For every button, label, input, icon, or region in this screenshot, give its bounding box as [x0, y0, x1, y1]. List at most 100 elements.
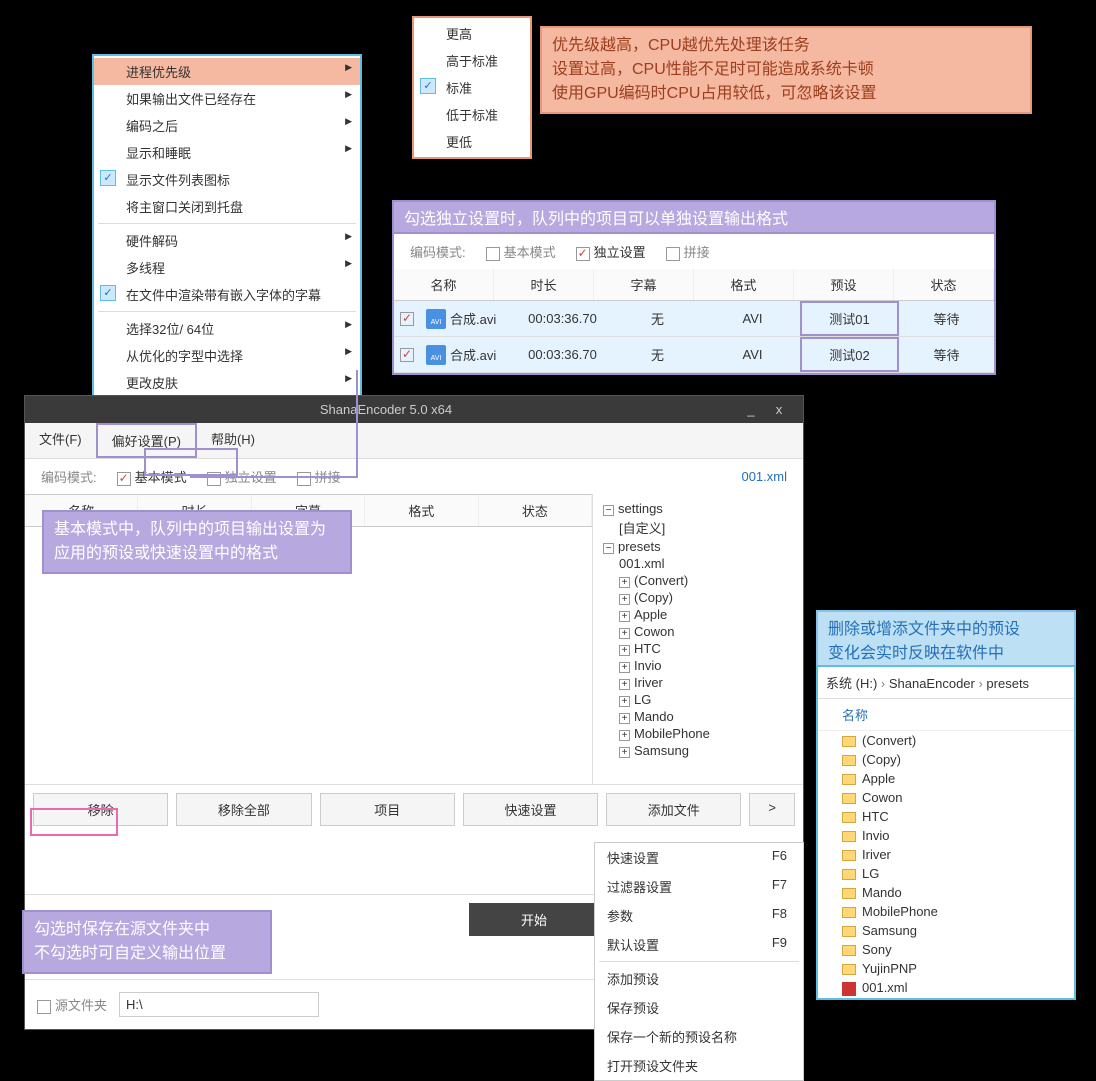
- menubar-item[interactable]: 偏好设置(P): [96, 423, 197, 458]
- menu-item[interactable]: 过滤器设置F7: [595, 872, 803, 901]
- explorer-panel[interactable]: 系统 (H:)ShanaEncoderpresets 名称 (Convert)(…: [816, 665, 1076, 1000]
- toolbar-button[interactable]: 移除: [33, 793, 168, 826]
- menu-item[interactable]: 打开预设文件夹: [595, 1051, 803, 1080]
- tree-item[interactable]: +Samsung: [599, 742, 797, 759]
- breadcrumb-item[interactable]: presets: [986, 676, 1029, 691]
- tree-item[interactable]: +Invio: [599, 657, 797, 674]
- mode-independent[interactable]: 独立设置: [576, 242, 646, 261]
- folder-item[interactable]: MobilePhone: [818, 902, 1074, 921]
- priority-item[interactable]: 低于标准: [414, 101, 530, 128]
- menu-item[interactable]: 选择32位/ 64位: [94, 315, 360, 342]
- menubar-item[interactable]: 帮助(H): [197, 423, 269, 458]
- toolbar-button[interactable]: 移除全部: [176, 793, 311, 826]
- menu-item[interactable]: 保存预设: [595, 993, 803, 1022]
- menubar[interactable]: 文件(F)偏好设置(P)帮助(H): [25, 423, 803, 459]
- folder-item[interactable]: Iriver: [818, 845, 1074, 864]
- priority-item[interactable]: 高于标准: [414, 47, 530, 74]
- queue-panel: 编码模式: 基本模式 独立设置 拼接 名称时长字幕格式预设状态 AVI合成.av…: [392, 232, 996, 375]
- window-controls[interactable]: _x: [737, 402, 793, 417]
- toolbar-button[interactable]: 快速设置: [463, 793, 598, 826]
- menu-item[interactable]: 将主窗口关闭到托盘: [94, 193, 360, 220]
- folder-icon: [842, 831, 856, 842]
- menu-item[interactable]: 编码之后: [94, 112, 360, 139]
- priority-item[interactable]: 更高: [414, 20, 530, 47]
- tree-item[interactable]: −settings: [599, 500, 797, 517]
- menu-item[interactable]: 从优化的字型中选择: [94, 342, 360, 369]
- tree-item[interactable]: +HTC: [599, 640, 797, 657]
- folder-icon: [842, 907, 856, 918]
- priority-item[interactable]: 更低: [414, 128, 530, 155]
- menu-item[interactable]: 如果输出文件已经存在: [94, 85, 360, 112]
- tree-item[interactable]: [自定义]: [599, 517, 797, 538]
- folder-icon: [842, 774, 856, 785]
- menu-item[interactable]: 显示和睡眠: [94, 139, 360, 166]
- preset-tree[interactable]: −settings[自定义]−presets001.xml+(Convert)+…: [593, 494, 803, 784]
- tree-item[interactable]: +(Copy): [599, 589, 797, 606]
- folder-item[interactable]: YujinPNP: [818, 959, 1074, 978]
- folder-item[interactable]: Apple: [818, 769, 1074, 788]
- menu-item[interactable]: 多线程: [94, 254, 360, 281]
- connector-line: [190, 476, 358, 478]
- menu-item[interactable]: 进程优先级: [94, 58, 360, 85]
- folder-item[interactable]: HTC: [818, 807, 1074, 826]
- column-header[interactable]: 名称: [818, 699, 1074, 731]
- mode-basic[interactable]: 基本模式: [117, 467, 187, 486]
- tree-item[interactable]: +Mando: [599, 708, 797, 725]
- priority-item[interactable]: ✓标准: [414, 74, 530, 101]
- preset-context-menu[interactable]: 快速设置F6过滤器设置F7参数F8默认设置F9添加预设保存预设保存一个新的预设名…: [594, 842, 804, 1081]
- preferences-menu[interactable]: 进程优先级如果输出文件已经存在编码之后显示和睡眠✓显示文件列表图标将主窗口关闭到…: [92, 54, 362, 427]
- priority-callout: 优先级越高，CPU越优先处理该任务 设置过高，CPU性能不足时可能造成系统卡顿 …: [540, 26, 1032, 114]
- avi-icon: AVI: [426, 345, 446, 365]
- output-path-input[interactable]: H:\: [119, 992, 319, 1017]
- mode-label: 编码模式:: [410, 242, 466, 261]
- folder-icon: [842, 869, 856, 880]
- folder-item[interactable]: Sony: [818, 940, 1074, 959]
- priority-submenu[interactable]: 更高高于标准✓标准低于标准更低: [412, 16, 532, 159]
- tree-item[interactable]: 001.xml: [599, 555, 797, 572]
- folder-item[interactable]: Invio: [818, 826, 1074, 845]
- tree-item[interactable]: +Cowon: [599, 623, 797, 640]
- avi-icon: AVI: [426, 309, 446, 329]
- menu-item[interactable]: 硬件解码: [94, 227, 360, 254]
- menu-item[interactable]: 快速设置F6: [595, 843, 803, 872]
- menu-item[interactable]: ✓在文件中渲染带有嵌入字体的字幕: [94, 281, 360, 308]
- breadcrumb-item[interactable]: 系统 (H:): [826, 676, 889, 691]
- tree-item[interactable]: +(Convert): [599, 572, 797, 589]
- folder-icon: [842, 945, 856, 956]
- toolbar-button[interactable]: 添加文件: [606, 793, 741, 826]
- menu-item[interactable]: 参数F8: [595, 901, 803, 930]
- tree-item[interactable]: +LG: [599, 691, 797, 708]
- tree-item[interactable]: −presets: [599, 538, 797, 555]
- breadcrumb[interactable]: 系统 (H:)ShanaEncoderpresets: [818, 667, 1074, 699]
- folder-icon: [842, 850, 856, 861]
- folder-icon: [842, 926, 856, 937]
- mode-concat[interactable]: 拼接: [666, 242, 710, 261]
- source-folder-callout: 勾选时保存在源文件夹中 不勾选时可自定义输出位置: [22, 910, 272, 974]
- tree-item[interactable]: +MobilePhone: [599, 725, 797, 742]
- tree-item[interactable]: +Iriver: [599, 674, 797, 691]
- menu-item[interactable]: ✓显示文件列表图标: [94, 166, 360, 193]
- folder-item[interactable]: (Convert): [818, 731, 1074, 750]
- current-xml: 001.xml: [741, 469, 787, 484]
- menubar-item[interactable]: 文件(F): [25, 423, 96, 458]
- table-row[interactable]: AVI合成.avi00:03:36.70无AVI测试02等待: [394, 337, 994, 373]
- table-row[interactable]: AVI合成.avi00:03:36.70无AVI测试01等待: [394, 301, 994, 337]
- folder-item[interactable]: Samsung: [818, 921, 1074, 940]
- window-title: ShanaEncoder 5.0 x64: [320, 402, 452, 417]
- breadcrumb-item[interactable]: ShanaEncoder: [889, 676, 987, 691]
- folder-item[interactable]: Cowon: [818, 788, 1074, 807]
- folder-item[interactable]: LG: [818, 864, 1074, 883]
- menu-item[interactable]: 添加预设: [595, 964, 803, 993]
- menu-item[interactable]: 更改皮肤: [94, 369, 360, 396]
- start-button[interactable]: 开始: [469, 903, 599, 936]
- folder-item[interactable]: (Copy): [818, 750, 1074, 769]
- mode-basic[interactable]: 基本模式: [486, 242, 556, 261]
- toolbar-button[interactable]: 项目: [320, 793, 455, 826]
- file-item[interactable]: 001.xml: [818, 978, 1074, 998]
- toolbar-button[interactable]: >: [749, 793, 795, 826]
- folder-item[interactable]: Mando: [818, 883, 1074, 902]
- close-icon: x: [765, 402, 793, 417]
- source-folder-check-2[interactable]: 源文件夹: [37, 995, 107, 1014]
- tree-item[interactable]: +Apple: [599, 606, 797, 623]
- menu-item[interactable]: 默认设置F9: [595, 930, 803, 959]
